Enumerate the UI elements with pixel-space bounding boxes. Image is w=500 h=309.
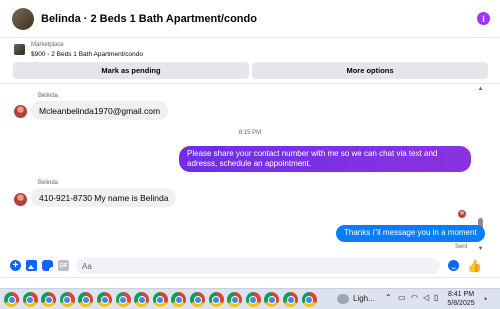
battery-icon[interactable]: ▯ [434,293,438,302]
mark-as-pending-button[interactable]: Mark as pending [13,62,249,79]
listing-thumbnail[interactable] [14,44,25,55]
sticker-icon[interactable] [42,260,53,271]
photo-icon[interactable] [26,260,37,271]
outgoing-message[interactable]: Please share your contact number with me… [179,146,471,172]
incoming-message[interactable]: 410-921-8730 My name is Belinda [31,188,177,207]
incoming-message[interactable]: Mcleanbelinda1970@gmail.com [31,101,169,120]
chrome-icon[interactable] [171,292,187,307]
gif-icon[interactable]: GIF [58,260,69,271]
clock[interactable]: 8:41 PM 5/8/2025 [446,291,476,308]
sender-avatar[interactable] [14,105,27,118]
chrome-icon[interactable] [190,292,205,307]
chrome-icon[interactable] [152,292,168,307]
weather-icon[interactable] [337,294,349,304]
chrome-icon[interactable] [78,292,94,307]
marketplace-label: Marketplace [31,42,64,48]
chrome-icon[interactable] [4,292,19,307]
chrome-icon[interactable] [245,292,261,307]
display-icon[interactable]: ▭ [398,293,406,302]
info-icon[interactable]: i [477,12,490,25]
message-thread[interactable]: ▲ Belinda Mcleanbelinda1970@gmail.com 8:… [0,84,500,254]
chrome-icon[interactable] [59,292,75,307]
wifi-icon[interactable]: ◠ [411,293,418,302]
chrome-icon[interactable] [227,292,243,307]
conversation-header: Belinda · 2 Beds 1 Bath Apartment/condo … [0,0,500,38]
listing-title[interactable]: $900 - 2 Beds 1 Bath Apartment/condo [31,51,143,58]
chrome-icon[interactable] [264,292,280,307]
contact-avatar[interactable] [12,7,34,30]
scroll-down-arrow-icon[interactable]: ▼ [477,246,484,252]
seen-indicator-avatar [458,210,466,218]
more-options-button[interactable]: More options [252,62,488,79]
sender-avatar[interactable] [14,193,27,206]
speaker-icon[interactable]: ◁ [423,293,429,302]
chrome-icon[interactable] [19,290,41,309]
conversation-title[interactable]: Belinda · 2 Beds 1 Bath Apartment/condo [41,13,477,25]
chrome-icon[interactable] [115,292,131,307]
chrome-icon[interactable] [208,292,224,307]
marketplace-listing-bar: Marketplace $900 - 2 Beds 1 Bath Apartme… [0,38,500,84]
sent-status: Sent [455,244,468,250]
notification-bell-icon[interactable]: ◔ [482,294,487,304]
sender-name: Belinda [38,93,59,99]
chrome-icon[interactable] [41,292,57,307]
chrome-icon[interactable] [301,292,317,307]
message-input[interactable] [76,258,440,274]
chrome-icon[interactable] [134,292,150,307]
thumbs-up-icon[interactable]: 👍 [467,260,482,272]
emoji-icon[interactable] [448,260,459,271]
message-timestamp: 8:15 PM [238,130,262,136]
message-composer: + GIF 👍 [0,254,500,278]
chrome-icon[interactable] [283,292,298,307]
sender-name: Belinda [38,180,59,186]
chrome-icon[interactable] [97,292,112,307]
outgoing-message[interactable]: Thanks i"il message you in a moment [336,225,485,242]
chevron-up-icon[interactable]: ⌃ [385,293,392,302]
clock-date: 5/8/2025 [447,299,475,307]
weather-label[interactable]: Ligh... [353,294,375,303]
clock-time: 8:41 PM [447,291,475,298]
scroll-up-arrow-icon[interactable]: ▲ [477,86,484,92]
plus-circle-icon[interactable]: + [10,260,21,271]
windows-taskbar: Ligh... ⌃ ▭ ◠ ◁ ▯ 8:41 PM 5/8/2025 ◔ [0,288,500,309]
